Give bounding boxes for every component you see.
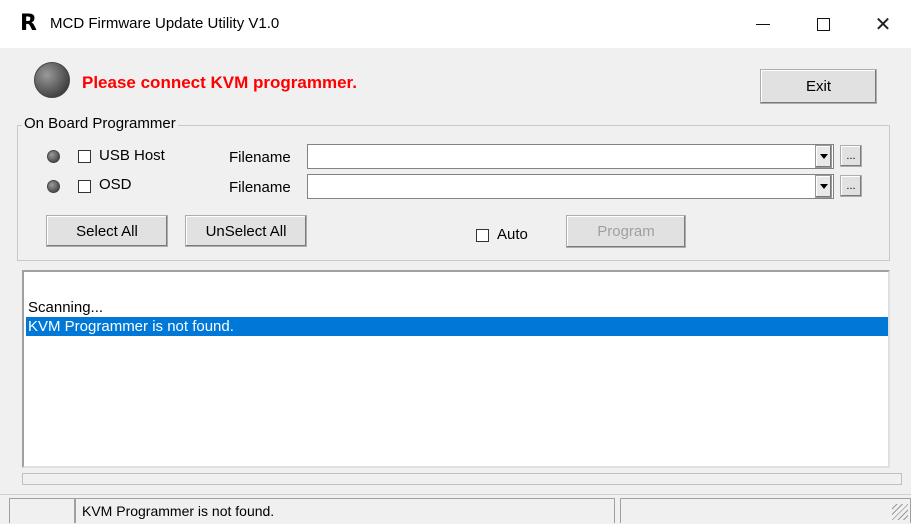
usb-host-browse-button[interactable]: ... — [840, 145, 862, 167]
log-line[interactable] — [26, 280, 888, 299]
usb-host-status-led-icon — [47, 150, 60, 163]
connection-message: Please connect KVM programmer. — [82, 73, 357, 92]
resize-grip-icon[interactable] — [892, 504, 908, 520]
status-panel-1 — [9, 498, 75, 523]
maximize-button[interactable] — [793, 0, 853, 48]
log-list[interactable]: Scanning... KVM Programmer is not found. — [22, 270, 890, 468]
app-icon: R — [20, 11, 37, 36]
osd-status-led-icon — [47, 180, 60, 193]
usb-host-filename-combo[interactable] — [307, 144, 834, 169]
maximize-icon — [816, 17, 830, 31]
chevron-down-icon — [819, 184, 828, 189]
osd-checkbox[interactable] — [78, 180, 91, 193]
usb-host-filename-label: Filename — [229, 149, 291, 166]
unselect-all-button[interactable]: UnSelect All — [185, 215, 307, 247]
chevron-down-icon — [819, 154, 828, 159]
auto-checkbox[interactable] — [476, 229, 489, 242]
close-button[interactable]: ✕ — [853, 0, 911, 48]
exit-button[interactable]: Exit — [760, 69, 877, 104]
group-title: On Board Programmer — [22, 115, 178, 132]
osd-label: OSD — [99, 176, 132, 193]
connection-status-led-icon — [34, 62, 70, 98]
program-button[interactable]: Program — [566, 215, 686, 248]
usb-host-dropdown-button[interactable] — [815, 145, 832, 168]
minimize-icon — [756, 23, 770, 25]
usb-host-label: USB Host — [99, 147, 165, 164]
select-all-button[interactable]: Select All — [46, 215, 168, 247]
osd-filename-combo[interactable] — [307, 174, 834, 199]
log-line-selected[interactable]: KVM Programmer is not found. — [26, 317, 888, 336]
osd-dropdown-button[interactable] — [815, 175, 832, 198]
usb-host-checkbox[interactable] — [78, 150, 91, 163]
window-title: MCD Firmware Update Utility V1.0 — [50, 15, 280, 32]
osd-browse-button[interactable]: ... — [840, 175, 862, 197]
minimize-button[interactable] — [733, 0, 793, 48]
log-line[interactable]: Scanning... — [26, 298, 888, 317]
close-icon: ✕ — [874, 12, 892, 36]
status-panel-3 — [620, 498, 911, 523]
osd-filename-label: Filename — [229, 179, 291, 196]
status-text: KVM Programmer is not found. — [82, 503, 275, 519]
progress-bar — [22, 473, 902, 485]
auto-label: Auto — [497, 226, 528, 243]
